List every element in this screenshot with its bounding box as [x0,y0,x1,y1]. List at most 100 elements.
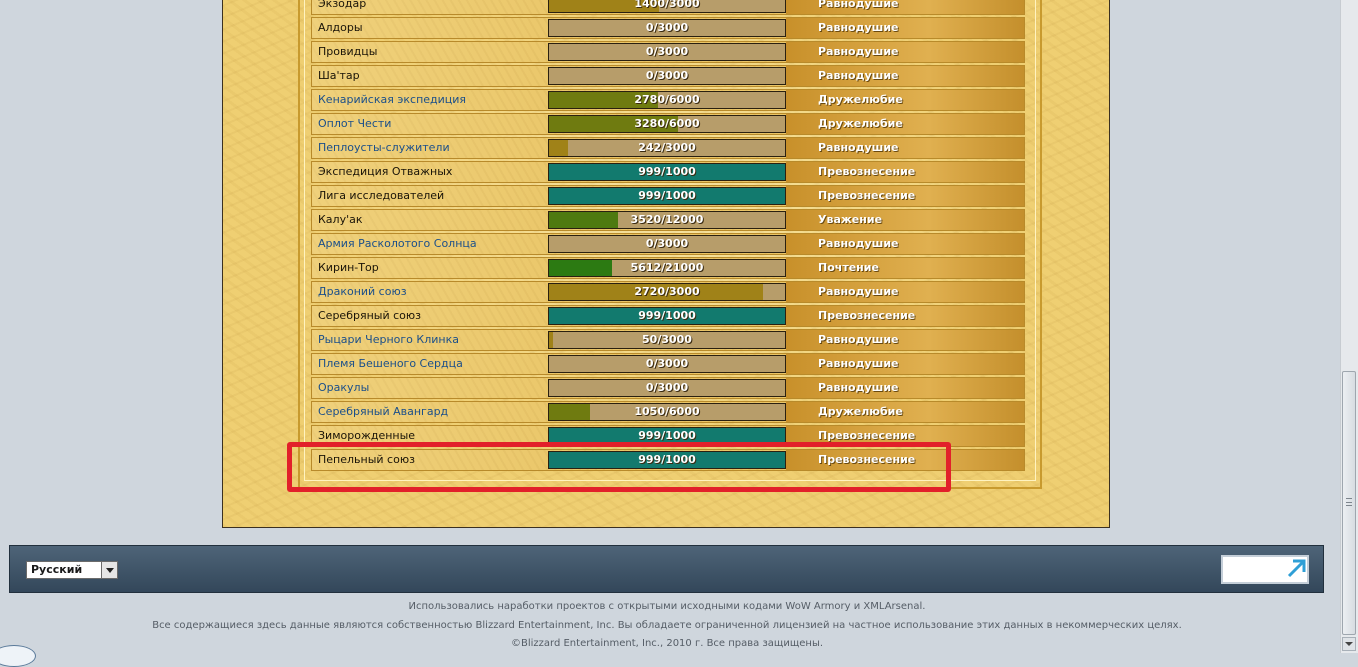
chevron-down-icon[interactable] [101,562,117,578]
reputation-row: Провидцы 0/3000 Равнодушие [311,41,1025,63]
reputation-progress-bar: 3520/12000 [548,211,786,229]
faction-name[interactable]: Рыцари Черного Клинка [318,333,459,347]
reputation-standing: Равнодушие [818,141,899,154]
reputation-standing: Равнодушие [818,381,899,394]
faction-name[interactable]: Племя Бешеного Сердца [318,357,463,371]
reputation-row: Экзодар 1400/3000 Равнодушие [311,0,1025,15]
reputation-progress-bar: 50/3000 [548,331,786,349]
reputation-row: Пеплоусты-служители 242/3000 Равнодушие [311,137,1025,159]
grip-icon [1346,498,1352,506]
reputation-progress-bar: 0/3000 [548,19,786,37]
faction-name: Экспедиция Отважных [318,165,453,178]
reputation-row: Кирин-Тор 5612/21000 Почтение [311,257,1025,279]
reputation-standing: Равнодушие [818,69,899,82]
reputation-row: Племя Бешеного Сердца 0/3000 Равнодушие [311,353,1025,375]
reputation-value: 3520/12000 [630,213,704,226]
reputation-progress-bar: 0/3000 [548,355,786,373]
reputation-row: Алдоры 0/3000 Равнодушие [311,17,1025,39]
reputation-standing: Равнодушие [818,357,899,370]
reputation-progress-bar: 5612/21000 [548,259,786,277]
faction-name: Калу'ак [318,213,363,226]
faction-name[interactable]: Армия Расколотого Солнца [318,237,477,251]
language-select[interactable]: Русский [26,561,118,579]
reputation-standing: Равнодушие [818,237,899,250]
faction-name[interactable]: Оракулы [318,381,369,395]
reputation-standing: Дружелюбие [818,93,903,106]
arrow-up-right-icon [1287,559,1306,578]
reputation-row: Серебряный союз 999/1000 Превознесение [311,305,1025,327]
reputation-value: 999/1000 [638,309,696,322]
reputation-standing: Равнодушие [818,285,899,298]
reputation-standing: Дружелюбие [818,117,903,130]
reputation-value: 0/3000 [645,69,689,82]
faction-name[interactable]: Серебряный Авангард [318,405,448,419]
reputation-standing: Уважение [818,213,883,226]
reputation-value: 1050/6000 [634,405,700,418]
reputation-progress-bar: 0/3000 [548,43,786,61]
reputation-value: 0/3000 [645,45,689,58]
reputation-row: Ша'тар 0/3000 Равнодушие [311,65,1025,87]
reputation-row: Рыцари Черного Клинка 50/3000 Равнодушие [311,329,1025,351]
reputation-progress-bar: 2780/6000 [548,91,786,109]
reputation-progress-bar: 242/3000 [548,139,786,157]
reputation-standing: Превознесение [818,429,916,442]
faction-name[interactable]: Кенарийская экспедиция [318,93,466,107]
reputation-row: Оракулы 0/3000 Равнодушие [311,377,1025,399]
faction-name: Экзодар [318,0,367,10]
faction-name: Зиморожденные [318,429,416,442]
reputation-standing: Дружелюбие [818,405,903,418]
language-select-value: Русский [31,563,83,576]
scrollbar-thumb[interactable] [1342,371,1356,635]
faction-name[interactable]: Оплот Чести [318,117,391,131]
reputation-progress-bar: 0/3000 [548,235,786,253]
credits-line-3: ©Blizzard Entertainment, Inc., 2010 г. В… [510,638,824,649]
faction-name[interactable]: Пеплоусты-служители [318,141,450,155]
reputation-standing: Превознесение [818,189,916,202]
globe-icon[interactable] [0,645,36,667]
reputation-value: 2780/6000 [634,93,700,106]
highlight-annotation [287,442,951,492]
reputation-progress-bar: 0/3000 [548,67,786,85]
reputation-standing: Равнодушие [818,0,899,10]
reputation-value: 0/3000 [645,357,689,370]
scroll-down-button[interactable] [1342,637,1356,651]
credits-line-1: Использовались наработки проектов с откр… [408,601,926,612]
reputation-value: 999/1000 [638,189,696,202]
reputation-value: 0/3000 [645,237,689,250]
reputation-standing: Почтение [818,261,879,274]
reputation-row: Экспедиция Отважных 999/1000 Превознесение [311,161,1025,183]
reputation-progress-bar: 1400/3000 [548,0,786,13]
reputation-progress-bar: 999/1000 [548,187,786,205]
reputation-standing: Равнодушие [818,21,899,34]
faction-name: Кирин-Тор [318,261,379,274]
reputation-standing: Превознесение [818,309,916,322]
reputation-value: 5612/21000 [630,261,704,274]
faction-name: Серебряный союз [318,309,421,322]
reputation-standing: Равнодушие [818,45,899,58]
reputation-value: 0/3000 [645,21,689,34]
faction-name: Лига исследователей [318,189,445,202]
reputation-progress-bar: 3280/6000 [548,115,786,133]
reputation-progress-bar: 1050/6000 [548,403,786,421]
reputation-progress-bar: 999/1000 [548,307,786,325]
reputation-progress-bar: 0/3000 [548,379,786,397]
faction-name[interactable]: Драконий союз [318,285,407,299]
external-link-button[interactable] [1221,555,1309,584]
reputation-row: Лига исследователей 999/1000 Превознесение [311,185,1025,207]
reputation-progress-bar: 999/1000 [548,163,786,181]
faction-name: Ша'тар [318,69,360,82]
footer-bar [9,545,1324,593]
faction-name: Алдоры [318,21,363,34]
reputation-value: 999/1000 [638,165,696,178]
reputation-value: 0/3000 [645,381,689,394]
reputation-row: Оплот Чести 3280/6000 Дружелюбие [311,113,1025,135]
reputation-standing: Равнодушие [818,333,899,346]
reputation-value: 3280/6000 [634,117,700,130]
reputation-value: 999/1000 [638,429,696,442]
reputation-row: Драконий союз 2720/3000 Равнодушие [311,281,1025,303]
reputation-value: 50/3000 [642,333,692,346]
faction-name: Провидцы [318,45,378,58]
reputation-progress-bar: 2720/3000 [548,283,786,301]
reputation-row: Армия Расколотого Солнца 0/3000 Равнодушие [311,233,1025,255]
reputation-value: 242/3000 [638,141,696,154]
